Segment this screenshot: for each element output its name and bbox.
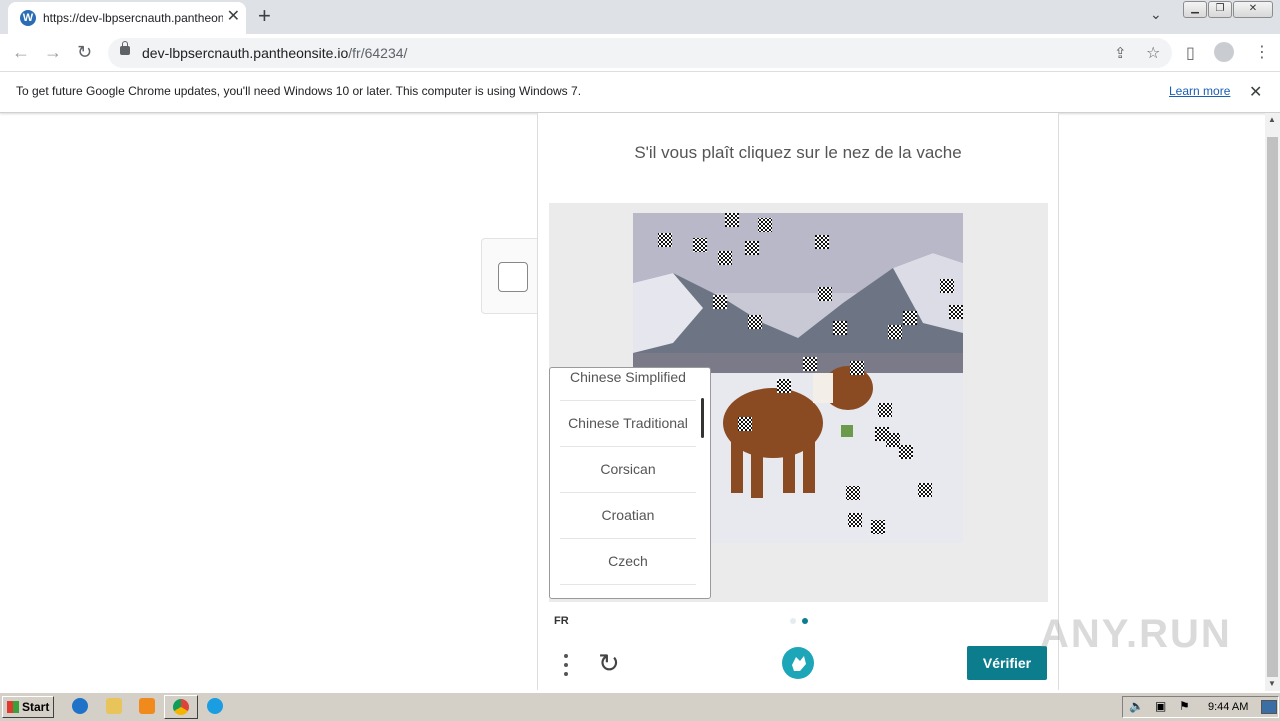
flag-icon[interactable]: ⚑ — [1179, 699, 1190, 713]
close-window-button[interactable]: ✕ — [1233, 1, 1273, 18]
language-option[interactable]: Chinese Simplified — [560, 368, 696, 401]
learn-more-link[interactable]: Learn more — [1169, 84, 1230, 98]
tab-strip: W https://dev-lbpsercnauth.pantheonsite.… — [0, 0, 1280, 34]
page-scrollbar[interactable]: ▲ ▼ — [1265, 113, 1280, 691]
close-tab-icon[interactable]: ✕ — [227, 9, 240, 25]
page-dot-active — [802, 618, 808, 624]
close-infobar-icon[interactable]: ✕ — [1249, 82, 1262, 102]
system-tray: 🔈 ▣ ⚑ — [1122, 696, 1279, 718]
wordpress-icon: W — [20, 10, 36, 26]
back-icon[interactable]: ← — [12, 42, 30, 62]
url-text: dev-lbpsercnauth.pantheonsite.io/fr/6423… — [142, 45, 408, 61]
explorer-icon[interactable] — [106, 698, 122, 714]
start-button[interactable]: Start — [2, 696, 54, 718]
clock[interactable]: 9:44 AM — [1208, 701, 1248, 713]
language-option[interactable]: Chinese Traditional — [560, 400, 696, 447]
challenge-prompt: S'il vous plaît cliquez sur le nez de la… — [634, 143, 962, 162]
minimize-button[interactable]: ▁ — [1183, 1, 1207, 18]
captcha-checkbox[interactable] — [498, 262, 528, 292]
side-panel-icon[interactable]: ▯ — [1186, 43, 1195, 63]
anyrun-watermark: ANY.RUN — [1040, 612, 1232, 656]
windows-logo-icon — [7, 701, 19, 713]
dropdown-scrollbar[interactable] — [701, 398, 704, 438]
language-dropdown[interactable]: Chinese Simplified Chinese Traditional C… — [549, 367, 711, 599]
scroll-down-icon[interactable]: ▼ — [1268, 679, 1276, 688]
share-icon[interactable]: ⇪ — [1114, 44, 1127, 62]
scroll-up-icon[interactable]: ▲ — [1268, 115, 1276, 124]
refresh-icon[interactable]: ↻ — [598, 649, 620, 677]
ie-icon[interactable] — [72, 698, 88, 714]
windows-taskbar: Start 🔈 ▣ ⚑ 9:44 AM — [0, 692, 1280, 721]
browser-toolbar: ← → ↻ dev-lbpsercnauth.pantheonsite.io/f… — [0, 34, 1280, 72]
volume-icon[interactable]: 🔈 — [1129, 699, 1144, 713]
address-bar[interactable]: dev-lbpsercnauth.pantheonsite.io/fr/6423… — [108, 38, 1172, 68]
language-code[interactable]: FR — [554, 615, 569, 627]
edge-icon[interactable] — [207, 698, 223, 714]
menu-kebab-icon[interactable]: ⋮ — [1254, 42, 1270, 62]
reload-icon[interactable]: ↻ — [77, 42, 92, 62]
lock-icon — [120, 41, 130, 55]
scrollbar-thumb[interactable] — [1267, 137, 1278, 677]
profile-avatar[interactable] — [1214, 42, 1234, 62]
tab-title: https://dev-lbpsercnauth.pantheonsite.io… — [43, 11, 223, 25]
captcha-challenge: S'il vous plaît cliquez sur le nez de la… — [537, 113, 1059, 690]
infobar-message: To get future Google Chrome updates, you… — [16, 84, 582, 98]
language-option[interactable]: Czech — [560, 538, 696, 585]
forward-icon[interactable]: → — [44, 42, 62, 62]
show-desktop-icon[interactable] — [1261, 700, 1277, 714]
new-tab-button[interactable]: + — [258, 4, 271, 28]
chrome-taskbar-button[interactable] — [164, 695, 198, 719]
chrome-icon — [173, 699, 189, 715]
captcha-checkbox-card — [481, 238, 538, 314]
more-options-icon[interactable] — [560, 653, 572, 677]
verify-button[interactable]: Vérifier — [967, 646, 1047, 680]
language-option[interactable]: Croatian — [560, 492, 696, 539]
language-option[interactable]: Corsican — [560, 446, 696, 493]
browser-tab[interactable]: W https://dev-lbpsercnauth.pantheonsite.… — [8, 2, 246, 34]
tab-search-icon[interactable]: ⌄ — [1150, 6, 1162, 23]
hcaptcha-logo-icon — [782, 647, 814, 679]
maximize-button[interactable]: ❐ — [1208, 1, 1232, 18]
network-icon[interactable]: ▣ — [1155, 699, 1166, 713]
update-infobar: To get future Google Chrome updates, you… — [0, 72, 1280, 113]
bookmark-star-icon[interactable]: ☆ — [1146, 43, 1160, 63]
page-dot — [790, 618, 796, 624]
media-player-icon[interactable] — [139, 698, 155, 714]
